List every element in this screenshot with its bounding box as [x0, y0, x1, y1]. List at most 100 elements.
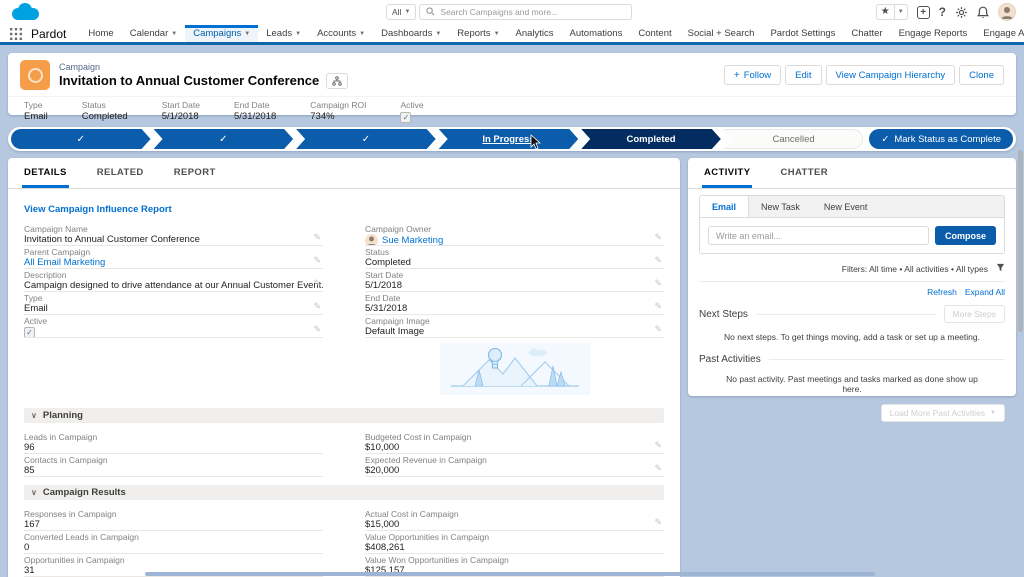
field-campaign-image: Campaign Image Default Image ✎ [365, 315, 664, 338]
search-input[interactable] [440, 7, 625, 17]
nav-item-engage-alerts[interactable]: Engage Alerts [975, 25, 1024, 42]
path-step-3-complete[interactable]: ✓ [296, 129, 436, 149]
edit-pencil-icon[interactable]: ✎ [654, 255, 662, 266]
compose-button[interactable]: Compose [935, 226, 996, 245]
chevron-down-icon: ▼ [435, 31, 441, 37]
global-actions-icon[interactable]: + [917, 6, 930, 19]
section-header-campaign-results[interactable]: ∨ Campaign Results [24, 485, 664, 500]
filter-funnel-icon[interactable] [996, 263, 1005, 274]
summary-value: 734% [310, 111, 366, 123]
edit-pencil-icon[interactable]: ✎ [313, 301, 321, 312]
nav-item-social-search[interactable]: Social + Search [680, 25, 763, 42]
path-step-cancelled[interactable]: Cancelled [724, 129, 864, 149]
section-header-planning[interactable]: ∨ Planning [24, 408, 664, 423]
edit-pencil-icon[interactable]: ✎ [654, 232, 662, 243]
edit-pencil-icon[interactable]: ✎ [313, 278, 321, 289]
edit-button[interactable]: Edit [785, 65, 821, 85]
favorites-star-icon[interactable]: ★ [877, 5, 894, 19]
tab-details[interactable]: DETAILS [22, 158, 69, 188]
nav-item-chatter[interactable]: Chatter [843, 25, 890, 42]
summary-label: Active [400, 100, 423, 111]
edit-pencil-icon[interactable]: ✎ [654, 440, 662, 451]
check-icon: ✓ [362, 134, 370, 145]
edit-pencil-icon[interactable]: ✎ [654, 301, 662, 312]
page-title: Invitation to Annual Customer Conference [59, 73, 319, 88]
edit-pencil-icon[interactable]: ✎ [654, 278, 662, 289]
setup-gear-icon[interactable] [955, 6, 968, 19]
campaign-object-icon [20, 60, 50, 90]
composer-tab-email[interactable]: Email [700, 196, 749, 217]
path-step-1-complete[interactable]: ✓ [11, 129, 151, 149]
search-box [419, 4, 632, 20]
campaign-hierarchy-icon-button[interactable] [326, 73, 348, 89]
path-step-completed-current[interactable]: Completed [581, 129, 721, 149]
horizontal-scrollbar-thumb[interactable] [145, 572, 875, 576]
nav-item-content[interactable]: Content [630, 25, 679, 42]
nav-item-engage-reports[interactable]: Engage Reports [891, 25, 976, 42]
mark-status-complete-button[interactable]: ✓ Mark Status as Complete [869, 129, 1013, 149]
chevron-down-icon: ▼ [244, 31, 250, 37]
edit-pencil-icon[interactable]: ✎ [654, 517, 662, 528]
past-activities-title: Past Activities [699, 354, 761, 365]
nav-item-campaigns[interactable]: Campaigns▼ [185, 25, 258, 42]
nav-item-leads[interactable]: Leads▼ [258, 25, 309, 42]
clone-button[interactable]: Clone [959, 65, 1004, 85]
edit-pencil-icon[interactable]: ✎ [313, 324, 321, 335]
nav-item-analytics[interactable]: Analytics [508, 25, 562, 42]
edit-pencil-icon[interactable]: ✎ [654, 324, 662, 335]
campaign-default-image [440, 343, 590, 395]
composer-tab-new-event[interactable]: New Event [812, 196, 880, 217]
follow-button[interactable]: +Follow [724, 65, 781, 85]
edit-pencil-icon[interactable]: ✎ [313, 255, 321, 266]
field-end-date: End Date 5/31/2018 ✎ [365, 292, 664, 315]
tab-report[interactable]: REPORT [172, 158, 218, 188]
help-icon[interactable]: ? [939, 5, 946, 19]
view-campaign-influence-report-link[interactable]: View Campaign Influence Report [24, 204, 172, 215]
tab-chatter[interactable]: CHATTER [778, 158, 829, 188]
vertical-scrollbar-thumb[interactable] [1018, 150, 1023, 332]
field-contacts-in-campaign: Contacts in Campaign 85 [24, 454, 323, 477]
favorites-control[interactable]: ★ ▼ [876, 4, 908, 20]
edit-pencil-icon[interactable]: ✎ [313, 232, 321, 243]
chevron-down-icon: ▼ [404, 9, 410, 15]
search-scope-dropdown[interactable]: All ▼ [386, 4, 416, 20]
campaign-status-path: ✓ ✓ ✓ In Progress Completed Cancelled ✓ … [8, 127, 1016, 151]
load-more-past-activities-button[interactable]: Load More Past Activities ▼ [881, 404, 1005, 422]
nav-item-accounts[interactable]: Accounts▼ [309, 25, 373, 42]
edit-pencil-icon[interactable]: ✎ [654, 463, 662, 474]
nav-item-pardot-settings[interactable]: Pardot Settings [762, 25, 843, 42]
nav-item-dashboards[interactable]: Dashboards▼ [373, 25, 449, 42]
next-steps-section: Next Steps More Steps [699, 305, 1005, 323]
active-checkbox[interactable]: ✓ [24, 327, 35, 338]
more-steps-button[interactable]: More Steps [944, 305, 1005, 323]
write-email-input[interactable] [708, 226, 929, 245]
app-launcher-icon[interactable] [0, 25, 29, 42]
field-responses-in-campaign: Responses in Campaign 167 [24, 508, 323, 531]
refresh-link[interactable]: Refresh [927, 287, 957, 297]
nav-item-reports[interactable]: Reports▼ [449, 25, 507, 42]
user-avatar[interactable] [998, 3, 1016, 21]
favorites-dropdown-icon[interactable]: ▼ [894, 5, 907, 19]
path-step-2-complete[interactable]: ✓ [154, 129, 294, 149]
summary-value: Completed [82, 111, 128, 123]
global-search: All ▼ [386, 4, 632, 20]
expand-all-link[interactable]: Expand All [965, 287, 1005, 297]
chevron-down-icon: ▼ [295, 31, 301, 37]
past-activities-section: Past Activities [699, 354, 1005, 365]
tab-activity[interactable]: ACTIVITY [702, 158, 752, 188]
active-checkbox[interactable]: ✓ [400, 112, 411, 123]
owner-link[interactable]: Sue Marketing [382, 235, 443, 247]
tab-related[interactable]: RELATED [95, 158, 146, 188]
nav-item-automations[interactable]: Automations [562, 25, 631, 42]
nav-item-calendar[interactable]: Calendar▼ [122, 25, 186, 42]
nav-item-home[interactable]: Home [80, 25, 121, 42]
notifications-bell-icon[interactable] [977, 6, 989, 19]
composer-tab-new-task[interactable]: New Task [749, 196, 812, 217]
chevron-down-icon: ∨ [31, 411, 37, 420]
field-actual-cost: Actual Cost in Campaign $15,000 ✎ [365, 508, 664, 531]
check-icon: ✓ [77, 134, 85, 145]
field-active: Active ✓ ✎ [24, 315, 323, 338]
view-campaign-hierarchy-button[interactable]: View Campaign Hierarchy [826, 65, 956, 85]
parent-campaign-link[interactable]: All Email Marketing [24, 257, 323, 269]
path-step-in-progress[interactable]: In Progress [439, 129, 579, 149]
